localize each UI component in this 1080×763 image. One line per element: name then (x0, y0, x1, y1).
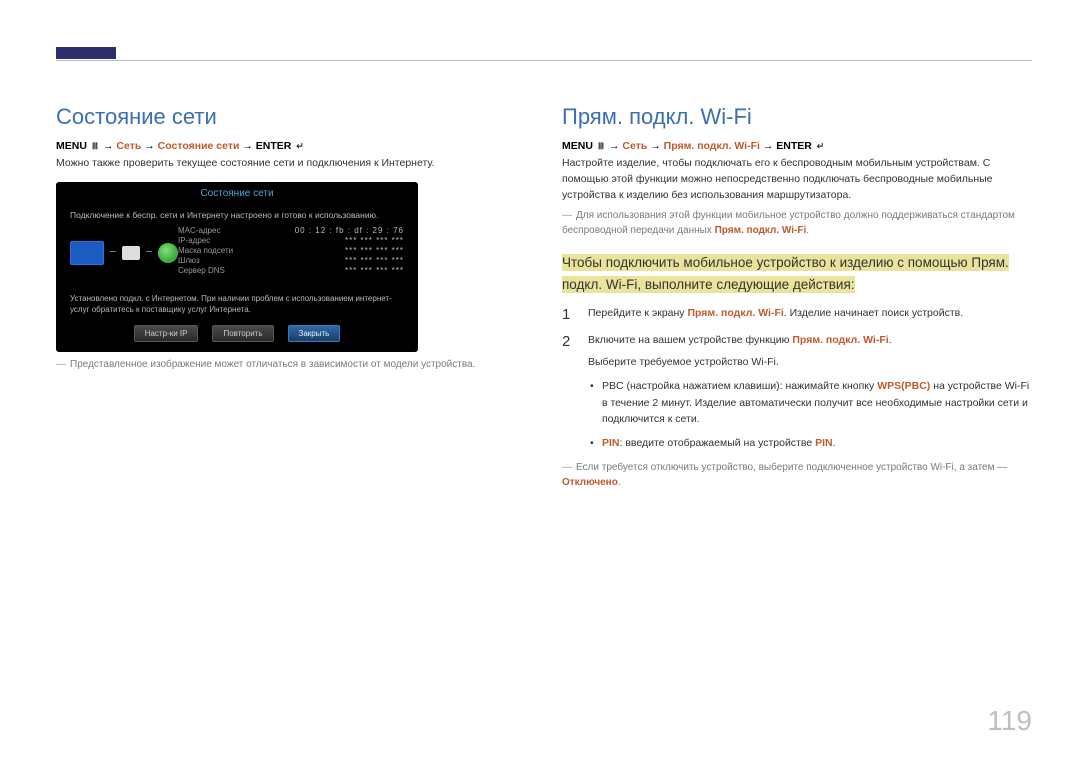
left-column: Состояние сети MENU Ⅲ → Сеть → Состояние… (56, 90, 526, 496)
globe-icon (158, 243, 178, 263)
menu-path-network-status: MENU Ⅲ → Сеть → Состояние сети → ENTER ↵ (56, 140, 526, 152)
screenshot-title: Состояние сети (56, 182, 418, 203)
header-rule (56, 60, 1032, 61)
menu-icon: Ⅲ (598, 141, 604, 152)
bullet-pbc: PBC (настройка нажатием клавиши): нажима… (588, 378, 1032, 427)
enter-icon: ↵ (296, 141, 304, 152)
table-row: IP-адрес*** *** *** *** (178, 236, 404, 245)
close-button[interactable]: Закрыть (288, 325, 341, 342)
screenshot-message: Установлено подкл. с Интернетом. При нал… (70, 294, 404, 316)
ip-settings-button[interactable]: Настр-ки IP (134, 325, 199, 342)
path-menu-label: MENU (56, 140, 87, 152)
path-enter-label: ENTER (256, 140, 292, 152)
page-number: 119 (987, 705, 1032, 737)
network-status-screenshot: Состояние сети Подключение к беспр. сети… (56, 182, 418, 353)
section-title-network-status: Состояние сети (56, 104, 526, 130)
menu-path-wifi-direct: MENU Ⅲ → Сеть → Прям. подкл. Wi-Fi → ENT… (562, 140, 1032, 152)
retry-button[interactable]: Повторить (212, 325, 273, 342)
step-2-sub: Выберите требуемое устройство Wi-Fi. (588, 354, 1032, 370)
table-row: MAC-адрес00 : 12 : fb : df : 29 : 76 (178, 226, 404, 235)
table-row: Шлюз*** *** *** *** (178, 256, 404, 265)
router-icon (122, 246, 140, 260)
step-1: Перейдите к экрану Прям. подкл. Wi-Fi. И… (562, 305, 1032, 321)
instruction-heading: Чтобы подключить мобильное устройство к … (562, 252, 1032, 295)
disconnect-note: ―Если требуется отключить устройство, вы… (562, 461, 1032, 490)
path-seg-network: Сеть (116, 140, 141, 152)
enter-icon: ↵ (817, 141, 825, 152)
menu-icon: Ⅲ (92, 141, 98, 152)
right-column: Прям. подкл. Wi-Fi MENU Ⅲ → Сеть → Прям.… (562, 90, 1032, 496)
screenshot-topology-icons (70, 230, 178, 276)
instruction-steps: Перейдите к экрану Прям. подкл. Wi-Fi. И… (562, 305, 1032, 451)
header-accent (56, 47, 116, 59)
table-row: Маска подсети*** *** *** *** (178, 246, 404, 255)
wifi-direct-intro: Настройте изделие, чтобы подключать его … (562, 156, 1032, 203)
screenshot-table: MAC-адрес00 : 12 : fb : df : 29 : 76 IP-… (178, 226, 404, 276)
wifi-direct-requirement-note: ―Для использования этой функции мобильно… (562, 209, 1032, 238)
screenshot-status-line: Подключение к беспр. сети и Интернету на… (70, 210, 404, 220)
section-title-wifi-direct: Прям. подкл. Wi-Fi (562, 104, 1032, 130)
intro-text: Можно также проверить текущее состояние … (56, 156, 526, 172)
table-row: Сервер DNS*** *** *** *** (178, 266, 404, 275)
tv-icon (70, 241, 104, 265)
image-disclaimer: ―Представленное изображение может отлича… (56, 358, 526, 373)
bullet-pin: PIN: введите отображаемый на устройстве … (588, 435, 1032, 451)
step-2: Включите на вашем устройстве функцию Пря… (562, 332, 1032, 452)
path-seg-status: Состояние сети (158, 140, 240, 152)
